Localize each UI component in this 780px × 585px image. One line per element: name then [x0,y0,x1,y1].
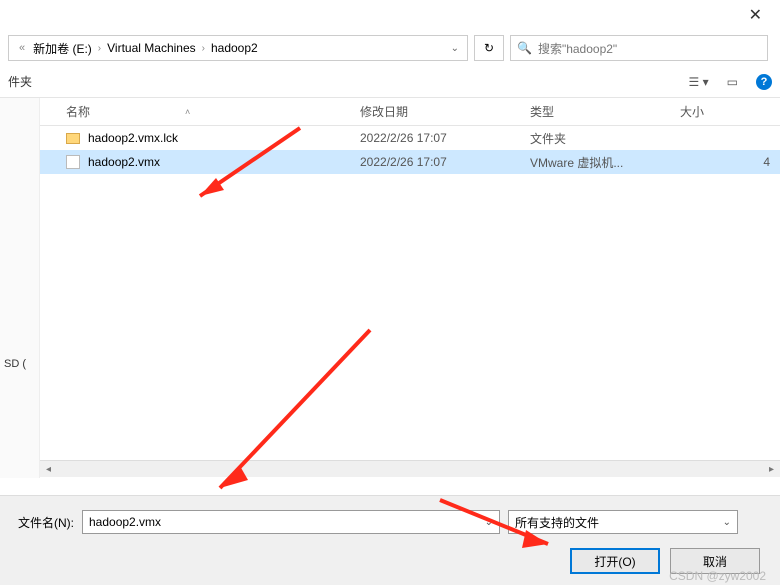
chevron-down-icon[interactable]: ⌄ [723,517,731,528]
view-list-icon[interactable]: ☰ ▾ [689,75,709,89]
breadcrumb-seg[interactable]: 新加卷 (E:) [31,40,94,57]
file-date: 2022/2/26 17:07 [360,131,530,145]
refresh-button[interactable]: ↻ [474,35,504,61]
file-date: 2022/2/26 17:07 [360,155,530,169]
preview-pane-icon[interactable]: ▭ [727,75,738,89]
file-type: 文件夹 [530,130,680,147]
chevron-right-icon: › [94,43,105,54]
file-filter-select[interactable]: 所有支持的文件 ⌄ [508,510,738,534]
sidebar: SD ( [0,98,40,478]
chevron-down-icon[interactable]: ⌄ [485,517,493,528]
breadcrumb-back-icon[interactable]: « [13,42,31,54]
filename-value: hadoop2.vmx [89,515,161,529]
file-row[interactable]: hadoop2.vmx.lck 2022/2/26 17:07文件夹 [40,126,780,150]
breadcrumb-seg[interactable]: hadoop2 [209,41,260,55]
filename-label: 文件名(N): [18,514,74,531]
col-size[interactable]: 大小 [680,103,780,120]
chevron-right-icon: › [198,43,209,54]
search-placeholder: 搜索"hadoop2" [538,40,617,57]
file-row[interactable]: hadoop2.vmx 2022/2/26 17:07VMware 虚拟机...4 [40,150,780,174]
folder-icon [66,133,80,144]
file-size: 4 [680,155,780,169]
search-icon: 🔍 [517,41,532,55]
sort-asc-icon: ˄ [185,107,190,117]
file-icon [66,155,80,169]
refresh-icon: ↻ [484,41,494,55]
horizontal-scrollbar[interactable]: ◂ ▸ [40,460,780,477]
breadcrumb[interactable]: « 新加卷 (E:) › Virtual Machines › hadoop2 … [8,35,468,61]
scroll-left-icon[interactable]: ◂ [40,461,57,478]
col-name[interactable]: 名称 [66,103,90,120]
sidebar-item[interactable]: SD ( [4,358,26,370]
scroll-right-icon[interactable]: ▸ [763,461,780,478]
help-icon[interactable]: ? [756,74,772,90]
col-date[interactable]: 修改日期 [360,103,530,120]
file-name: hadoop2.vmx [88,155,160,169]
file-type: VMware 虚拟机... [530,154,680,171]
filter-value: 所有支持的文件 [515,514,599,531]
column-headers[interactable]: 名称 ˄ 修改日期 类型 大小 [40,98,780,126]
toolbar-text: 件夹 [8,73,32,90]
search-input[interactable]: 🔍 搜索"hadoop2" [510,35,768,61]
filename-input[interactable]: hadoop2.vmx ⌄ [82,510,500,534]
close-icon[interactable]: ✕ [749,5,762,25]
col-type[interactable]: 类型 [530,103,680,120]
file-list: 名称 ˄ 修改日期 类型 大小 hadoop2.vmx.lck 2022/2/26 … [40,98,780,478]
chevron-down-icon[interactable]: ⌄ [451,43,463,54]
watermark: CSDN @zyw2002 [669,569,766,583]
open-button[interactable]: 打开(O) [570,548,660,574]
breadcrumb-seg[interactable]: Virtual Machines [105,41,198,55]
file-name: hadoop2.vmx.lck [88,131,178,145]
